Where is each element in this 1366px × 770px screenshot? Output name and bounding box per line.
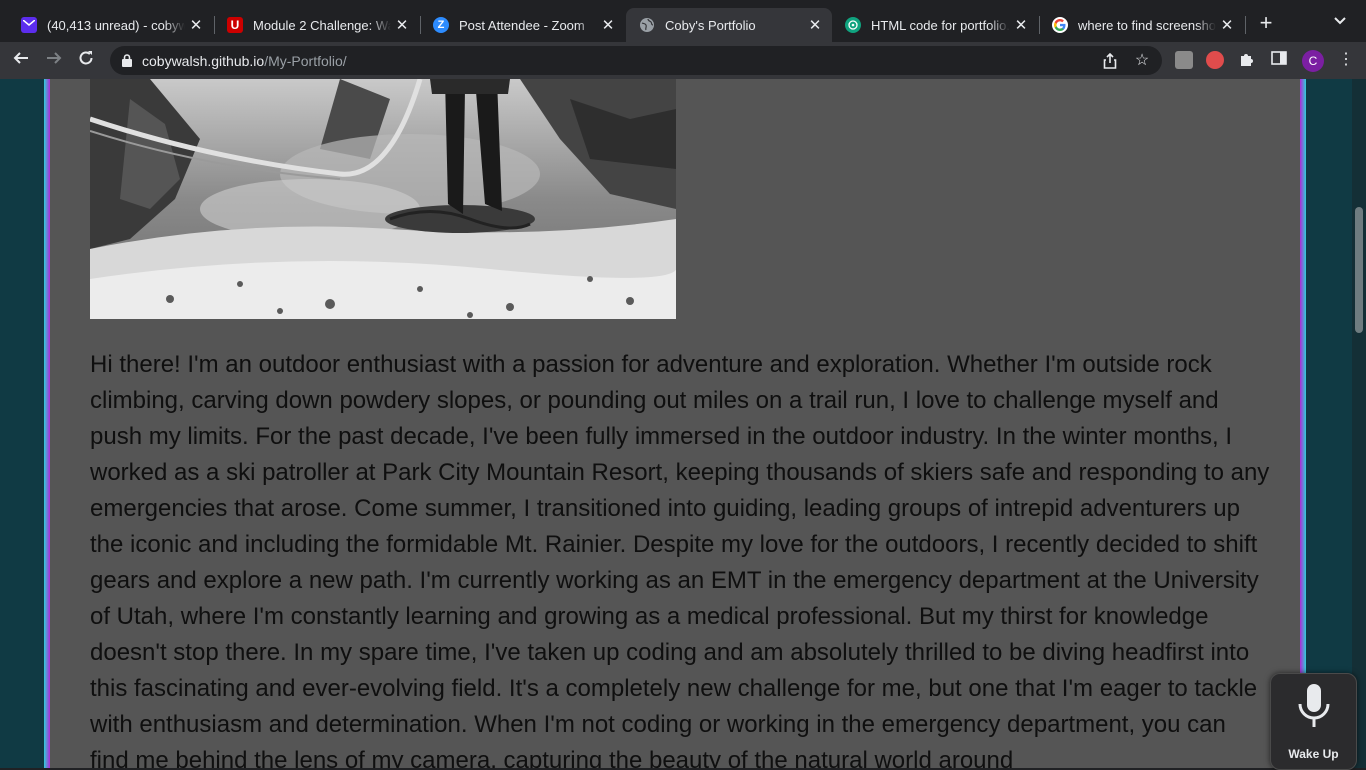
menu-kebab-icon[interactable]: ⋮ (1338, 49, 1354, 71)
url-text: cobywalsh.github.io/My-Portfolio/ (142, 53, 347, 69)
zoom-icon: Z (433, 17, 449, 33)
tab-separator (1245, 16, 1246, 34)
tab-chatgpt[interactable]: HTML code for portfolio. ✕ (832, 8, 1038, 42)
mail-icon (21, 17, 37, 33)
side-panel-icon[interactable] (1271, 51, 1287, 67)
back-arrow-icon[interactable] (9, 48, 33, 72)
about-card: Hi there! I'm an outdoor enthusiast with… (50, 79, 1300, 768)
wake-up-label: Wake Up (1288, 747, 1339, 761)
tab-title: (40,413 unread) - cobywalsh (47, 17, 185, 33)
page-viewport: Hi there! I'm an outdoor enthusiast with… (0, 79, 1366, 768)
google-icon (1052, 17, 1068, 33)
puzzle-extensions-icon[interactable] (1239, 51, 1255, 67)
close-icon[interactable]: ✕ (804, 16, 826, 34)
wake-up-button[interactable]: Wake Up (1270, 673, 1357, 770)
close-icon[interactable]: ✕ (1216, 16, 1238, 34)
url-path: /My-Portfolio/ (264, 52, 347, 69)
tab-title: Coby's Portfolio (665, 17, 756, 33)
browser-toolbar: cobywalsh.github.io/My-Portfolio/ ☆ C ⋮ (0, 42, 1366, 79)
tab-search-chevron-icon[interactable] (1334, 14, 1346, 28)
forward-arrow-icon[interactable] (42, 48, 66, 72)
tab-title: where to find screenshots (1078, 17, 1216, 33)
close-icon[interactable]: ✕ (185, 16, 207, 34)
tab-portfolio[interactable]: Coby's Portfolio ✕ (626, 8, 832, 42)
scrollbar-thumb[interactable] (1355, 207, 1363, 333)
tab-zoom[interactable]: Z Post Attendee - Zoom ✕ (420, 8, 625, 42)
close-icon[interactable]: ✕ (1010, 16, 1032, 34)
utah-u-icon: U (227, 17, 243, 33)
tab-title: Module 2 Challenge: Walkthrough (253, 17, 391, 33)
page-scrollbar[interactable] (1352, 79, 1366, 768)
reload-icon[interactable] (74, 48, 98, 72)
about-paragraph: Hi there! I'm an outdoor enthusiast with… (90, 351, 1270, 768)
tab-title: Post Attendee - Zoom (459, 17, 585, 33)
share-icon[interactable] (1102, 52, 1118, 69)
extension-icon[interactable] (1175, 51, 1193, 69)
tab-module[interactable]: U Module 2 Challenge: Walkthrough ✕ (214, 8, 419, 42)
close-icon[interactable]: ✕ (391, 16, 413, 34)
tab-google[interactable]: where to find screenshots ✕ (1039, 8, 1244, 42)
chatgpt-icon (845, 17, 861, 33)
card-glow-right (1300, 79, 1306, 768)
new-tab-plus-icon[interactable]: + (1254, 12, 1278, 36)
tab-mail[interactable]: (40,413 unread) - cobywalsh ✕ (8, 8, 213, 42)
microphone-icon (1297, 684, 1331, 737)
url-host: cobywalsh.github.io (142, 52, 265, 69)
profile-avatar[interactable]: C (1302, 50, 1324, 72)
screen-recorder-icon[interactable] (1206, 51, 1224, 69)
close-icon[interactable]: ✕ (597, 16, 619, 34)
lock-icon[interactable] (122, 54, 132, 67)
address-bar[interactable]: cobywalsh.github.io/My-Portfolio/ ☆ (110, 46, 1162, 75)
climbing-photo (90, 79, 676, 319)
bookmark-star-icon[interactable]: ☆ (1134, 53, 1150, 69)
tab-title: HTML code for portfolio. (871, 17, 1010, 33)
tab-strip: (40,413 unread) - cobywalsh ✕ U Module 2… (0, 0, 1366, 42)
globe-icon (639, 17, 655, 33)
